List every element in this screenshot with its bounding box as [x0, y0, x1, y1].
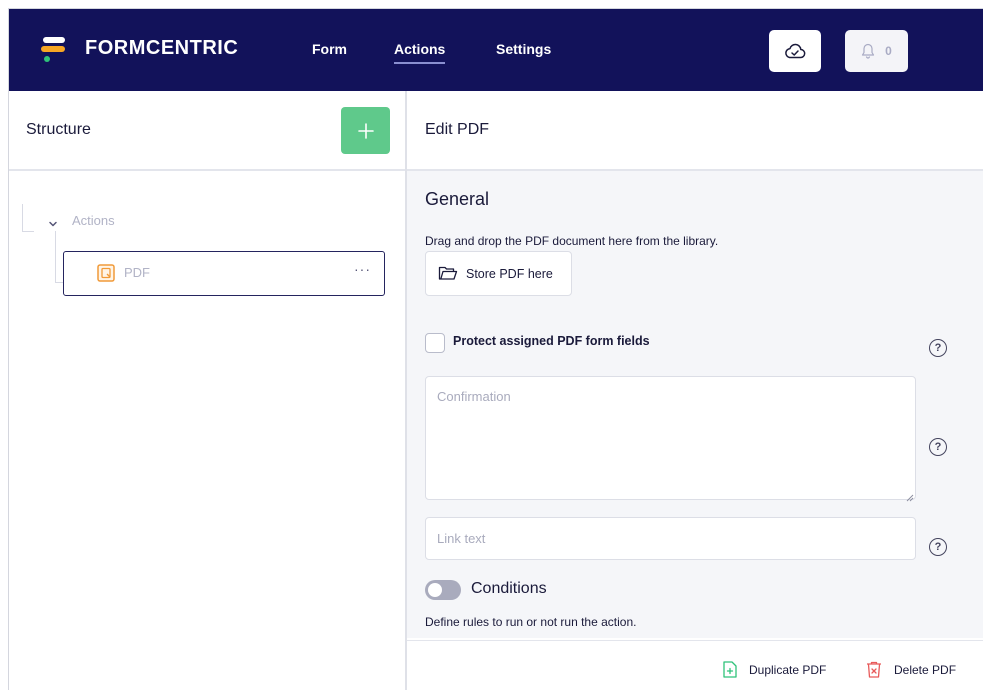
- conditions-toggle[interactable]: [425, 580, 461, 600]
- cloud-save-button[interactable]: [769, 30, 821, 72]
- help-icon[interactable]: ?: [929, 339, 947, 357]
- structure-header: Structure: [9, 91, 405, 171]
- help-icon[interactable]: ?: [929, 438, 947, 456]
- add-action-button[interactable]: [341, 107, 390, 154]
- bell-icon: [862, 43, 875, 59]
- edit-title: Edit PDF: [425, 121, 490, 138]
- tree-item-label: PDF: [124, 265, 150, 280]
- tree-group-actions[interactable]: Actions: [72, 213, 115, 228]
- trash-icon: [867, 661, 881, 678]
- nav-tab-form[interactable]: Form: [312, 41, 347, 57]
- chevron-down-icon[interactable]: [48, 215, 58, 233]
- delete-pdf-label: Delete PDF: [894, 662, 957, 677]
- structure-title: Structure: [26, 121, 91, 138]
- more-options-icon[interactable]: ···: [354, 261, 371, 277]
- tree-connector: [55, 282, 63, 283]
- edit-panel: Edit PDF General Drag and drop the PDF d…: [407, 91, 983, 690]
- edit-header: Edit PDF: [407, 91, 983, 171]
- nav-tab-settings[interactable]: Settings: [496, 41, 551, 57]
- duplicate-pdf-button[interactable]: Duplicate PDF: [723, 661, 826, 678]
- structure-panel: Structure Actions PDF ···: [9, 91, 407, 690]
- notification-count: 0: [885, 44, 892, 58]
- pdf-document-icon: [97, 264, 115, 287]
- tree-item-pdf[interactable]: PDF ···: [63, 251, 385, 296]
- resize-handle-icon[interactable]: [906, 489, 914, 507]
- nav-tab-actions[interactable]: Actions: [394, 41, 446, 64]
- link-text-input[interactable]: [425, 517, 916, 560]
- plus-icon: [357, 122, 374, 139]
- brand-name: FORMCENTRIC: [85, 37, 239, 59]
- app-window: FORMCENTRIC Form Actions Settings 0 Stru…: [8, 8, 983, 690]
- notifications-button[interactable]: 0: [845, 30, 908, 72]
- section-title-general: General: [425, 189, 490, 209]
- conditions-description: Define rules to run or not run the actio…: [425, 615, 637, 629]
- tree-connector: [22, 231, 34, 232]
- top-navigation-bar: FORMCENTRIC Form Actions Settings 0: [9, 9, 983, 91]
- help-icon[interactable]: ?: [929, 538, 947, 556]
- drag-instruction: Drag and drop the PDF document here from…: [425, 234, 719, 248]
- tree-connector: [22, 204, 23, 232]
- delete-pdf-button[interactable]: Delete PDF: [866, 661, 956, 678]
- folder-icon: [438, 266, 458, 280]
- edit-form: General Drag and drop the PDF document h…: [407, 171, 983, 638]
- store-pdf-label: Store PDF here: [466, 266, 553, 281]
- confirmation-textarea[interactable]: [425, 376, 916, 500]
- store-pdf-dropzone[interactable]: Store PDF here: [425, 251, 572, 296]
- cloud-check-icon: [785, 43, 806, 59]
- tree-connector: [55, 231, 56, 283]
- action-footer: Duplicate PDF Delete PDF: [407, 640, 983, 690]
- protect-fields-checkbox[interactable]: [425, 333, 445, 353]
- duplicate-icon: [723, 661, 737, 678]
- formcentric-logo[interactable]: [41, 37, 67, 67]
- duplicate-pdf-label: Duplicate PDF: [749, 662, 827, 677]
- protect-fields-label[interactable]: Protect assigned PDF form fields: [453, 334, 650, 348]
- conditions-label: Conditions: [471, 580, 547, 597]
